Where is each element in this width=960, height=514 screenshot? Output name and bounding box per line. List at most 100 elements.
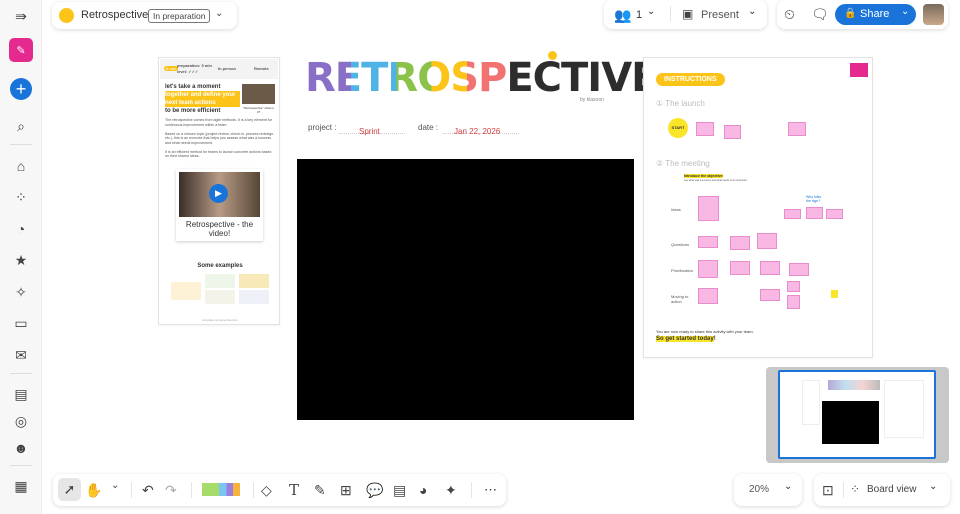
comment-icon[interactable]: 🗨	[811, 6, 829, 23]
comment-add-icon[interactable]: 💬	[366, 482, 383, 499]
sticky-note[interactable]	[760, 289, 780, 301]
timer-icon[interactable]: ⏲	[784, 6, 795, 23]
instructions-panel[interactable]: INSTRUCTIONS ① The launch START ② The me…	[643, 57, 873, 358]
explore-compass-icon[interactable]: ◎	[9, 409, 33, 433]
klaxoon-logo-icon[interactable]: ✎	[9, 38, 33, 62]
video-thumbnail[interactable]	[242, 84, 275, 104]
home-icon[interactable]: ⌂	[9, 154, 33, 178]
example-thumbnail[interactable]	[171, 282, 201, 300]
search-icon[interactable]: ⌕	[9, 114, 33, 138]
start-sticker: START	[668, 118, 688, 138]
sticky-note[interactable]	[789, 263, 809, 276]
sticky-note[interactable]	[787, 295, 800, 309]
video-card[interactable]: ▶ Retrospective - the video!	[176, 169, 263, 241]
sticky-note[interactable]	[698, 236, 718, 248]
project-value[interactable]: Sprint	[359, 127, 380, 136]
user-avatar[interactable]	[923, 4, 944, 25]
frame-icon[interactable]: ⊡	[822, 482, 834, 499]
remote: Remote	[254, 66, 269, 71]
undo-icon[interactable]: ↶	[142, 482, 154, 499]
minimap[interactable]	[766, 367, 949, 463]
present-options-chevron-icon[interactable]: ⌄	[748, 6, 756, 17]
sticky-note[interactable]	[784, 209, 801, 219]
video-frame[interactable]	[297, 159, 634, 420]
zoom-level[interactable]: 20%	[749, 484, 769, 495]
templates-icon[interactable]: ▤	[9, 382, 33, 406]
divider	[131, 482, 132, 498]
ai-sparkle-icon[interactable]: ✦	[445, 482, 457, 499]
network-icon[interactable]: ✧	[9, 280, 33, 304]
qr-code-icon[interactable]: ▦	[9, 474, 33, 498]
board-view-button[interactable]: Board view	[867, 484, 916, 495]
favorites-star-icon[interactable]: ★	[9, 248, 33, 272]
step-1-label: The launch	[665, 99, 705, 108]
row-label: Questions	[671, 242, 690, 247]
sticky-note[interactable]	[787, 281, 800, 292]
text-tool-icon[interactable]: T	[289, 481, 299, 499]
paragraph: Based on a chosen topic (project review,…	[165, 131, 275, 145]
sticky-note[interactable]	[730, 236, 750, 250]
minimap-video	[822, 401, 879, 444]
community-icon[interactable]: ☻	[9, 436, 33, 460]
date-value[interactable]: Jan 22, 2026	[454, 127, 500, 136]
sticky-note[interactable]	[698, 196, 719, 221]
retrospective-logo: RETROSPECTIVE	[305, 56, 658, 100]
zoom-control[interactable]: 20% ⌄	[734, 474, 802, 506]
chevron-down-icon[interactable]: ⌄	[929, 481, 937, 492]
play-icon[interactable]: ▶	[209, 184, 228, 203]
start-label: START	[671, 125, 685, 130]
sticky-note[interactable]	[724, 125, 741, 139]
recent-clock-icon[interactable]: ◔	[9, 217, 33, 241]
sticky-note[interactable]	[788, 122, 806, 136]
board-title[interactable]: Retrospective	[81, 9, 148, 21]
sticky-notes-icon[interactable]	[202, 483, 240, 496]
status-badge[interactable]: In preparation	[148, 9, 211, 23]
intro-panel[interactable]: 5 min preparation: 5 min level: ✓✓✓ In p…	[158, 57, 280, 325]
sticky-note[interactable]	[826, 209, 843, 219]
view-control: ⊡ ⁘ Board view ⌄	[814, 474, 950, 506]
form-icon[interactable]: ▤	[393, 482, 406, 499]
sticky-note[interactable]	[698, 260, 718, 278]
hand-tool-icon[interactable]: ✋	[85, 482, 102, 499]
sticky-note[interactable]	[757, 233, 777, 249]
minimap-instructions	[884, 380, 924, 438]
collapse-menu-icon[interactable]: ⇛	[9, 4, 33, 28]
select-tool-icon[interactable]: ➚	[58, 478, 81, 501]
participants-icon[interactable]: 👥	[614, 7, 631, 24]
board-view-icon[interactable]: ⁘	[850, 482, 860, 496]
share-options-chevron-icon[interactable]: ⌄	[901, 6, 909, 17]
more-options-icon[interactable]: ⋯	[484, 482, 497, 498]
example-thumbnail[interactable]	[205, 290, 235, 304]
sticky-note[interactable]	[730, 261, 750, 275]
chevron-down-icon[interactable]: ⌄	[647, 6, 655, 17]
minimap-intro	[802, 380, 820, 425]
share-button[interactable]: 🔒 Share ⌄	[835, 4, 916, 25]
why-note: Why folks the sign?	[806, 195, 822, 203]
row-label: Prioritization	[671, 268, 694, 273]
sticky-note[interactable]	[698, 288, 718, 304]
pen-icon[interactable]: ✎	[314, 482, 326, 499]
date-label: date :	[418, 123, 439, 132]
example-thumbnail[interactable]	[239, 290, 269, 304]
headline-1: let's take a moment	[165, 84, 221, 90]
chevron-down-icon[interactable]: ⌄	[784, 481, 792, 492]
participants-count[interactable]: 1	[636, 9, 642, 21]
present-button[interactable]: Present	[701, 9, 739, 21]
sticky-note[interactable]	[806, 207, 823, 219]
present-icon[interactable]: ▣	[682, 7, 693, 21]
chevron-down-icon[interactable]: ⌄	[111, 480, 119, 491]
redo-icon[interactable]: ↷	[165, 482, 177, 499]
sticky-note[interactable]	[696, 122, 714, 136]
apps-grid-icon[interactable]: ⁘	[9, 185, 33, 209]
shapes-icon[interactable]: ◇	[261, 482, 272, 499]
sticky-note[interactable]	[760, 261, 780, 275]
minimap-viewport[interactable]	[778, 370, 936, 459]
table-icon[interactable]: ⊞	[340, 482, 352, 499]
example-thumbnail[interactable]	[239, 274, 269, 288]
add-icon[interactable]: +	[10, 78, 32, 100]
mail-icon[interactable]: ✉	[9, 343, 33, 367]
inbox-icon[interactable]: ▭	[9, 311, 33, 335]
chevron-down-icon[interactable]: ⌄	[215, 8, 223, 19]
poll-chart-icon[interactable]: ◕	[419, 482, 427, 498]
example-thumbnail[interactable]	[205, 274, 235, 288]
